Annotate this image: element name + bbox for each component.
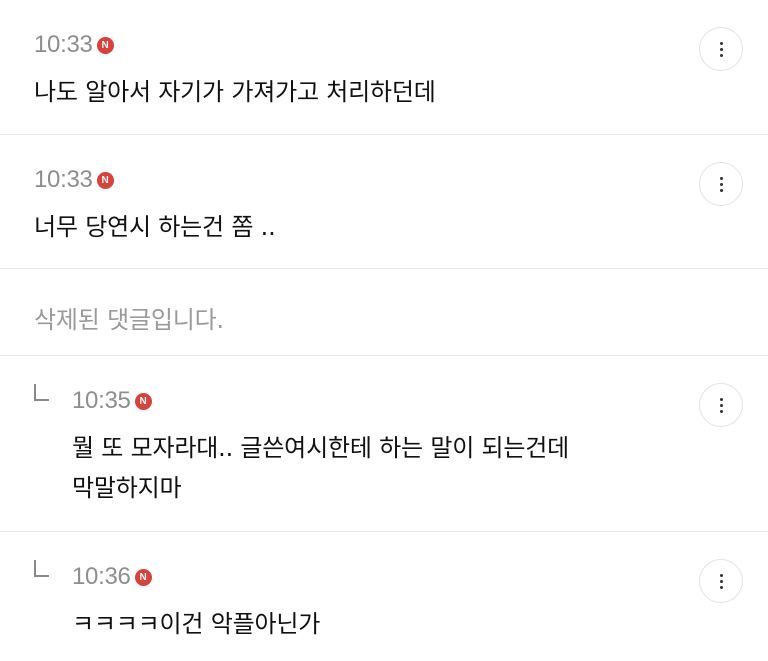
more-options-button[interactable] [699, 27, 743, 71]
more-options-button[interactable] [699, 162, 743, 206]
more-vertical-icon-dot [719, 47, 723, 51]
comment-text: 나도 알아서 자기가 가져가고 처리하던데 [34, 78, 436, 106]
new-badge-icon: N [96, 172, 114, 189]
reply-comment-item: 10:36 N ㅋㅋㅋㅋ이건 악플아닌가 [0, 532, 768, 661]
more-vertical-icon-dot [719, 403, 723, 407]
comment-time: 10:33 [34, 166, 93, 193]
comment-text: ㅋㅋㅋㅋ이건 악플아닌가 [72, 610, 321, 638]
more-vertical-icon-dot [719, 53, 723, 57]
comment-meta: 10:36 N [72, 563, 152, 590]
comment-meta: 10:33 N [34, 31, 114, 58]
more-vertical-icon [719, 397, 723, 401]
comment-item: 10:33 N 너무 당연시 하는건 쫌 .. [0, 135, 768, 269]
reply-arrow-icon [34, 384, 49, 401]
more-options-button[interactable] [699, 559, 743, 603]
more-options-button[interactable] [699, 383, 743, 427]
more-vertical-icon-dot [719, 188, 723, 192]
deleted-comment-text: 삭제된 댓글입니다. [34, 306, 224, 334]
new-badge-icon: N [96, 37, 114, 54]
comment-time: 10:33 [34, 31, 93, 58]
new-badge-icon: N [134, 393, 152, 410]
comment-meta: 10:33 N [34, 166, 114, 193]
more-vertical-icon [719, 41, 723, 45]
more-vertical-icon-dot [719, 182, 723, 186]
reply-arrow-icon [34, 560, 49, 577]
more-vertical-icon-dot [719, 579, 723, 583]
comment-text-line: 뭘 또 모자라대.. 글쓴여시한테 하는 말이 되는건데 [72, 434, 570, 462]
comment-time: 10:35 [72, 387, 131, 414]
comment-time: 10:36 [72, 563, 131, 590]
more-vertical-icon-dot [719, 585, 723, 589]
comment-text: 너무 당연시 하는건 쫌 .. [34, 213, 276, 241]
deleted-comment-item: 삭제된 댓글입니다. [0, 269, 768, 356]
more-vertical-icon-dot [719, 409, 723, 413]
more-vertical-icon [719, 176, 723, 180]
comment-text-line: 막말하지마 [72, 474, 182, 502]
comment-item: 10:33 N 나도 알아서 자기가 가져가고 처리하던데 [0, 0, 768, 135]
more-vertical-icon [719, 573, 723, 577]
new-badge-icon: N [134, 569, 152, 586]
reply-comment-item: 10:35 N 뭘 또 모자라대.. 글쓴여시한테 하는 말이 되는건데 막말하… [0, 356, 768, 532]
comment-meta: 10:35 N [72, 387, 152, 414]
